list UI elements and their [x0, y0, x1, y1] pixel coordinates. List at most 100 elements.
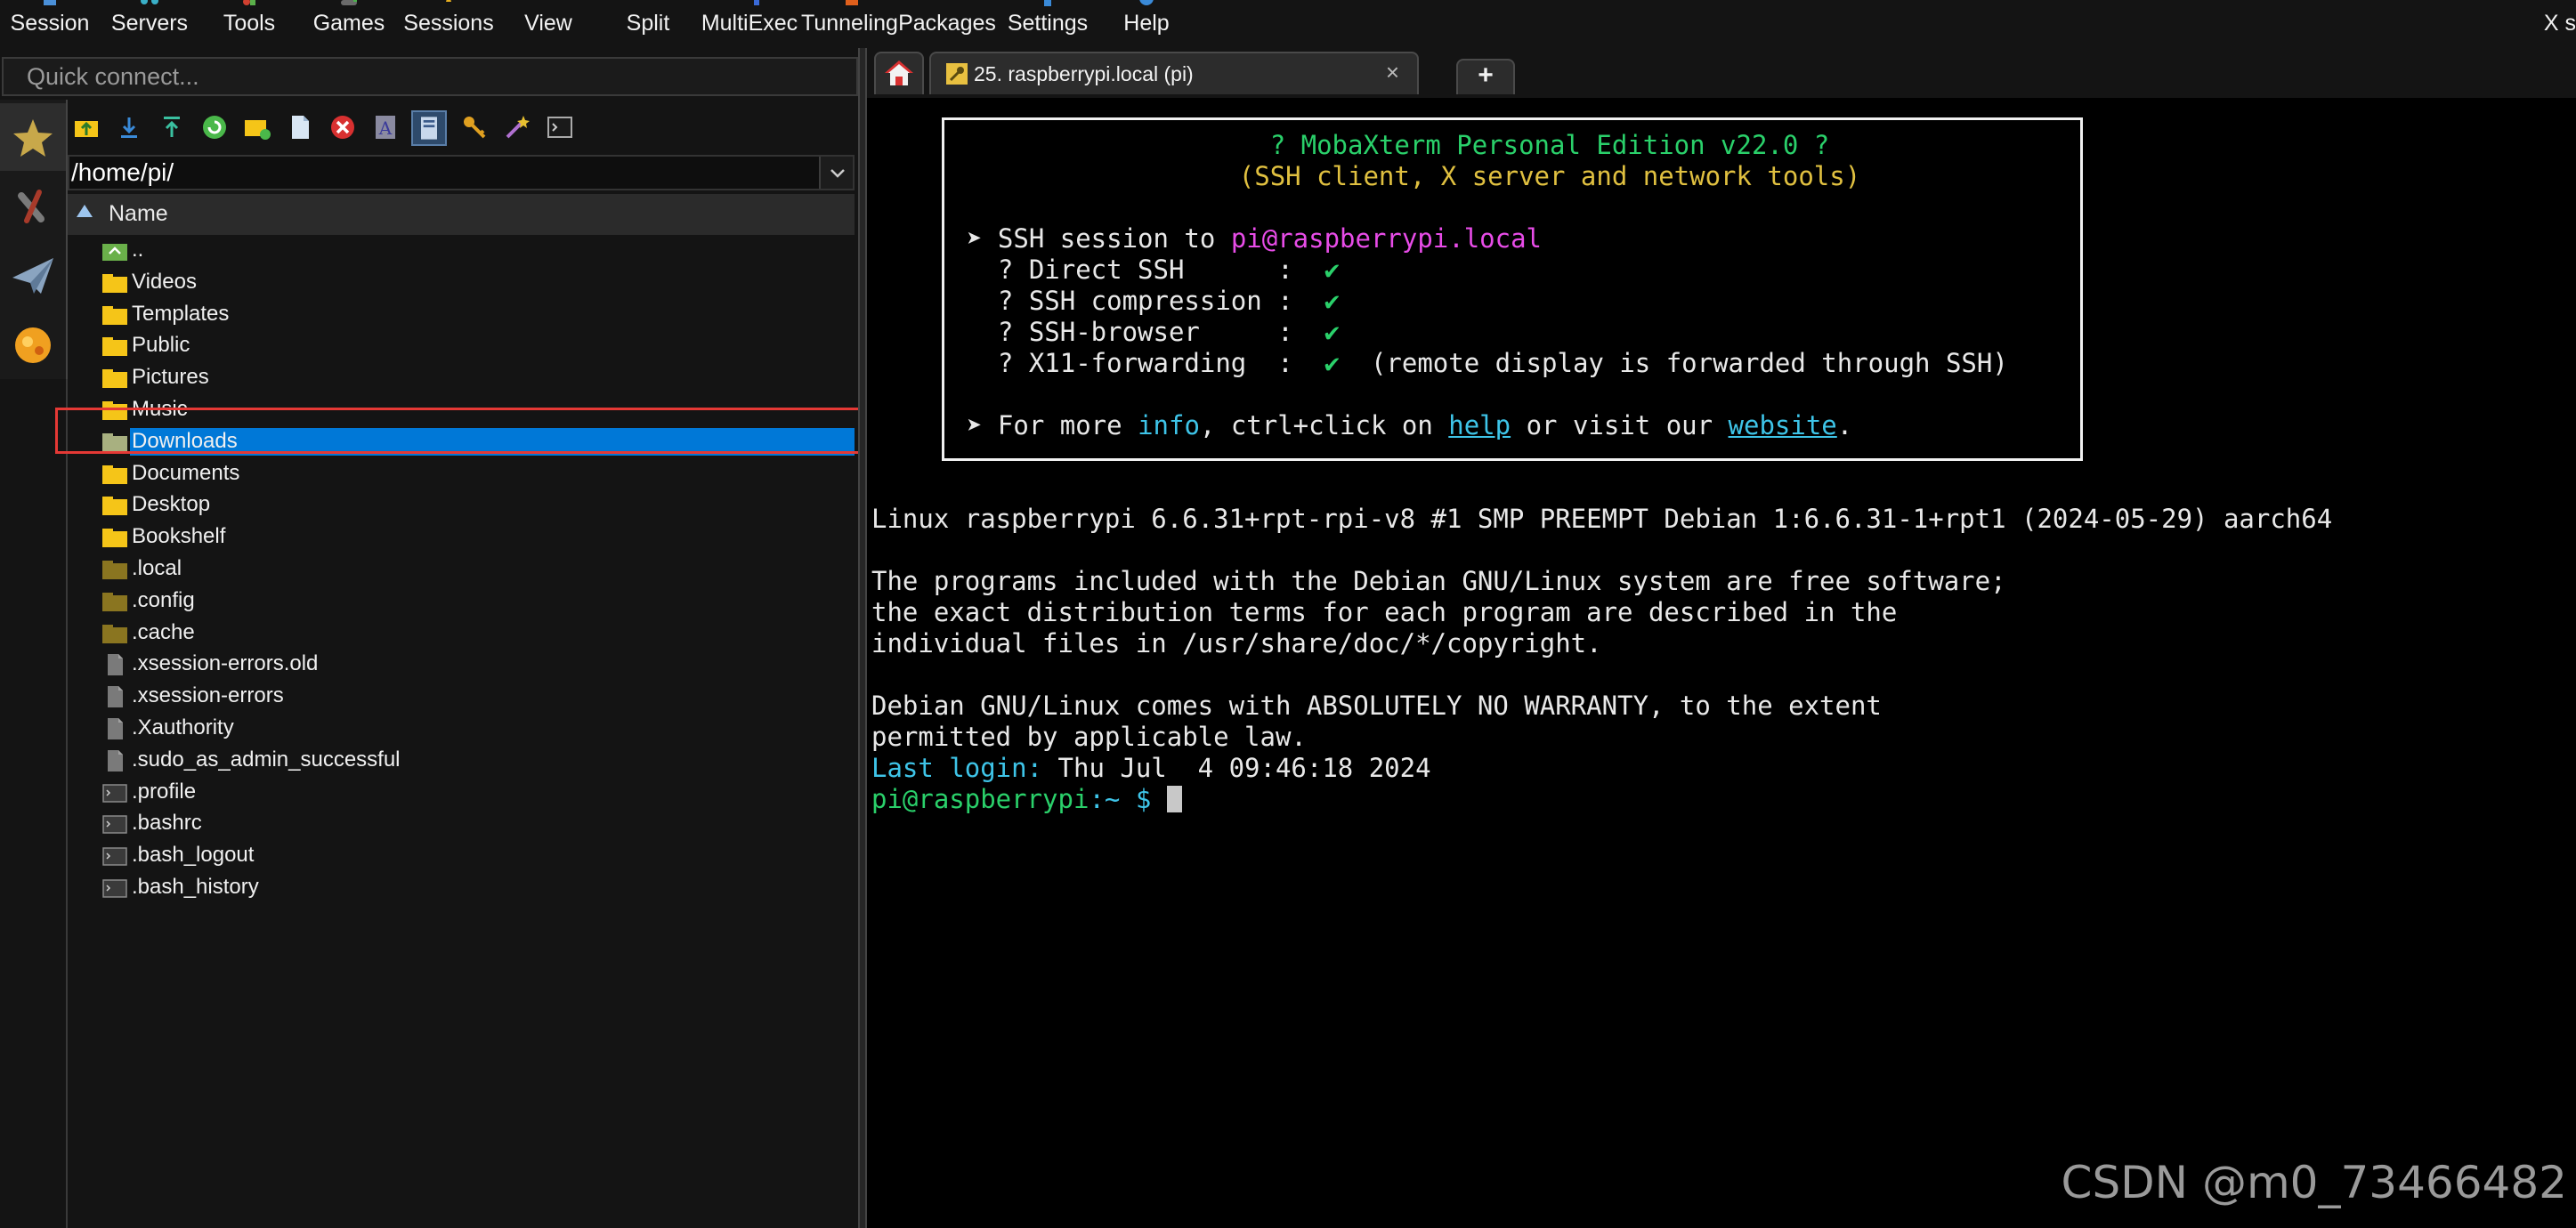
menu-help[interactable]: Help	[1097, 0, 1196, 48]
file-icon	[101, 654, 128, 676]
file-name: Documents	[132, 460, 240, 485]
file-row[interactable]: .local	[68, 555, 855, 585]
file-row[interactable]: Pictures	[68, 364, 855, 393]
file-row[interactable]: Templates	[68, 301, 855, 330]
file-row[interactable]: .bash_logout	[68, 842, 855, 871]
file-row[interactable]: .sudo_as_admin_successful	[68, 747, 855, 776]
menu-packages[interactable]: Packages	[895, 0, 999, 48]
ssh-session-line: ➤ SSH session to pi@raspberrypi.local	[967, 223, 1543, 254]
name-column-label: Name	[109, 201, 168, 226]
uname-line: Linux raspberrypi 6.6.31+rpt-rpi-v8 #1 S…	[871, 504, 2333, 534]
folder-icon	[101, 464, 128, 485]
upload-icon[interactable]	[157, 112, 187, 142]
help-link[interactable]: help	[1448, 410, 1511, 440]
file-name: .sudo_as_admin_successful	[132, 747, 401, 772]
menu-bar: Session Servers Tools Games Sessions Vie…	[0, 0, 2576, 48]
side-tab-sftp[interactable]	[0, 311, 66, 379]
paper-plane-icon	[12, 258, 53, 294]
file-row[interactable]: .bash_history	[68, 874, 855, 903]
tab-home[interactable]	[874, 52, 924, 94]
file-row[interactable]: .xsession-errors	[68, 683, 855, 712]
menu-sessions[interactable]: Sessions	[399, 0, 498, 48]
terminal-icon[interactable]	[545, 112, 575, 142]
folder-icon	[101, 304, 128, 326]
side-tab-macros[interactable]	[0, 242, 66, 310]
file-row[interactable]: ..	[68, 237, 855, 266]
new-folder-icon[interactable]	[242, 112, 272, 142]
file-name: .xsession-errors.old	[132, 651, 319, 676]
globe-icon	[15, 327, 51, 363]
check-icon: ✔	[1324, 254, 1341, 285]
menu-servers[interactable]: Servers	[100, 0, 199, 48]
packages-icon	[934, 0, 960, 7]
home-icon	[885, 61, 913, 85]
key-icon[interactable]	[459, 112, 490, 142]
menu-split[interactable]: Split	[598, 0, 698, 48]
menu-tunneling[interactable]: Tunneling	[801, 0, 898, 48]
file-row[interactable]: .profile	[68, 779, 855, 808]
script-file-icon	[101, 813, 128, 835]
menu-games[interactable]: Games	[299, 0, 399, 48]
file-name: .local	[132, 556, 182, 580]
file-name: .bashrc	[132, 811, 202, 836]
file-row[interactable]: .cache	[68, 619, 855, 649]
watermark: CSDN @m0_73466482	[2061, 1157, 2567, 1208]
refresh-icon[interactable]	[199, 112, 230, 142]
file-row[interactable]: .config	[68, 587, 855, 617]
new-tab-button[interactable]: +	[1456, 59, 1515, 94]
quick-connect-input[interactable]	[2, 57, 858, 96]
magic-icon[interactable]	[502, 112, 532, 142]
name-column-header[interactable]: Name	[68, 194, 855, 235]
tab-session-raspberrypi[interactable]: 25. raspberrypi.local (pi) ×	[929, 52, 1419, 94]
folder-icon	[101, 527, 128, 548]
side-tab-tools[interactable]	[0, 173, 66, 240]
new-file-icon[interactable]	[285, 112, 315, 142]
file-row[interactable]: Videos	[68, 269, 855, 298]
shell-prompt[interactable]: pi@raspberrypi:~ $	[871, 784, 1182, 815]
path-input[interactable]: /home/pi/	[68, 155, 855, 190]
website-link[interactable]: website	[1729, 410, 1837, 440]
file-row[interactable]: Documents	[68, 460, 855, 489]
download-icon[interactable]	[114, 112, 144, 142]
file-row[interactable]: .bashrc	[68, 810, 855, 839]
file-row[interactable]: .Xauthority	[68, 715, 855, 744]
side-tab-bar	[0, 100, 68, 379]
script-file-icon	[101, 845, 128, 867]
close-icon[interactable]: ×	[1386, 59, 1399, 86]
panel-splitter[interactable]	[858, 48, 867, 1228]
file-icon	[101, 749, 128, 772]
file-row[interactable]: .xsession-errors.old	[68, 650, 855, 680]
ssh-key-icon	[946, 63, 968, 85]
rename-icon[interactable]: A	[370, 112, 401, 142]
script-file-icon	[101, 782, 128, 804]
path-dropdown-button[interactable]	[819, 157, 853, 189]
terminal-output[interactable]: ? MobaXterm Personal Edition v22.0 ? (SS…	[867, 98, 2576, 1228]
file-row[interactable]: Public	[68, 332, 855, 361]
folder-up-icon[interactable]	[71, 112, 101, 142]
ssh-target: pi@raspberrypi.local	[1230, 223, 1543, 254]
check-icon: ✔	[1324, 348, 1341, 378]
view-icon	[535, 0, 562, 7]
xserver-label[interactable]: X s	[2544, 11, 2576, 36]
file-name: Pictures	[132, 365, 209, 390]
menu-tools[interactable]: Tools	[199, 0, 299, 48]
tools-icon	[18, 190, 45, 223]
info-link[interactable]: info	[1138, 410, 1200, 440]
menu-settings[interactable]: Settings	[999, 0, 1097, 48]
chevron-down-icon	[830, 169, 845, 178]
hidden-folder-icon	[101, 623, 128, 644]
feature-ssh-browser: ? SSH-browser : ✔	[967, 317, 1341, 347]
menu-multiexec[interactable]: MultiExec	[698, 0, 801, 48]
feature-direct-ssh: ? Direct SSH : ✔	[967, 254, 1341, 285]
menu-session[interactable]: Session	[0, 0, 100, 48]
follow-terminal-icon[interactable]	[411, 110, 447, 146]
delete-icon[interactable]	[328, 112, 358, 142]
menu-view[interactable]: View	[498, 0, 598, 48]
file-row[interactable]: Bookshelf	[68, 523, 855, 553]
file-name: .cache	[132, 619, 195, 644]
side-tab-sessions[interactable]	[0, 103, 66, 171]
file-name: .profile	[132, 779, 197, 804]
motd-line: individual files in /usr/share/doc/*/cop…	[871, 628, 1602, 658]
file-row[interactable]: Desktop	[68, 491, 855, 521]
more-info-line: ➤ For more info, ctrl+click on help or v…	[967, 410, 1853, 440]
